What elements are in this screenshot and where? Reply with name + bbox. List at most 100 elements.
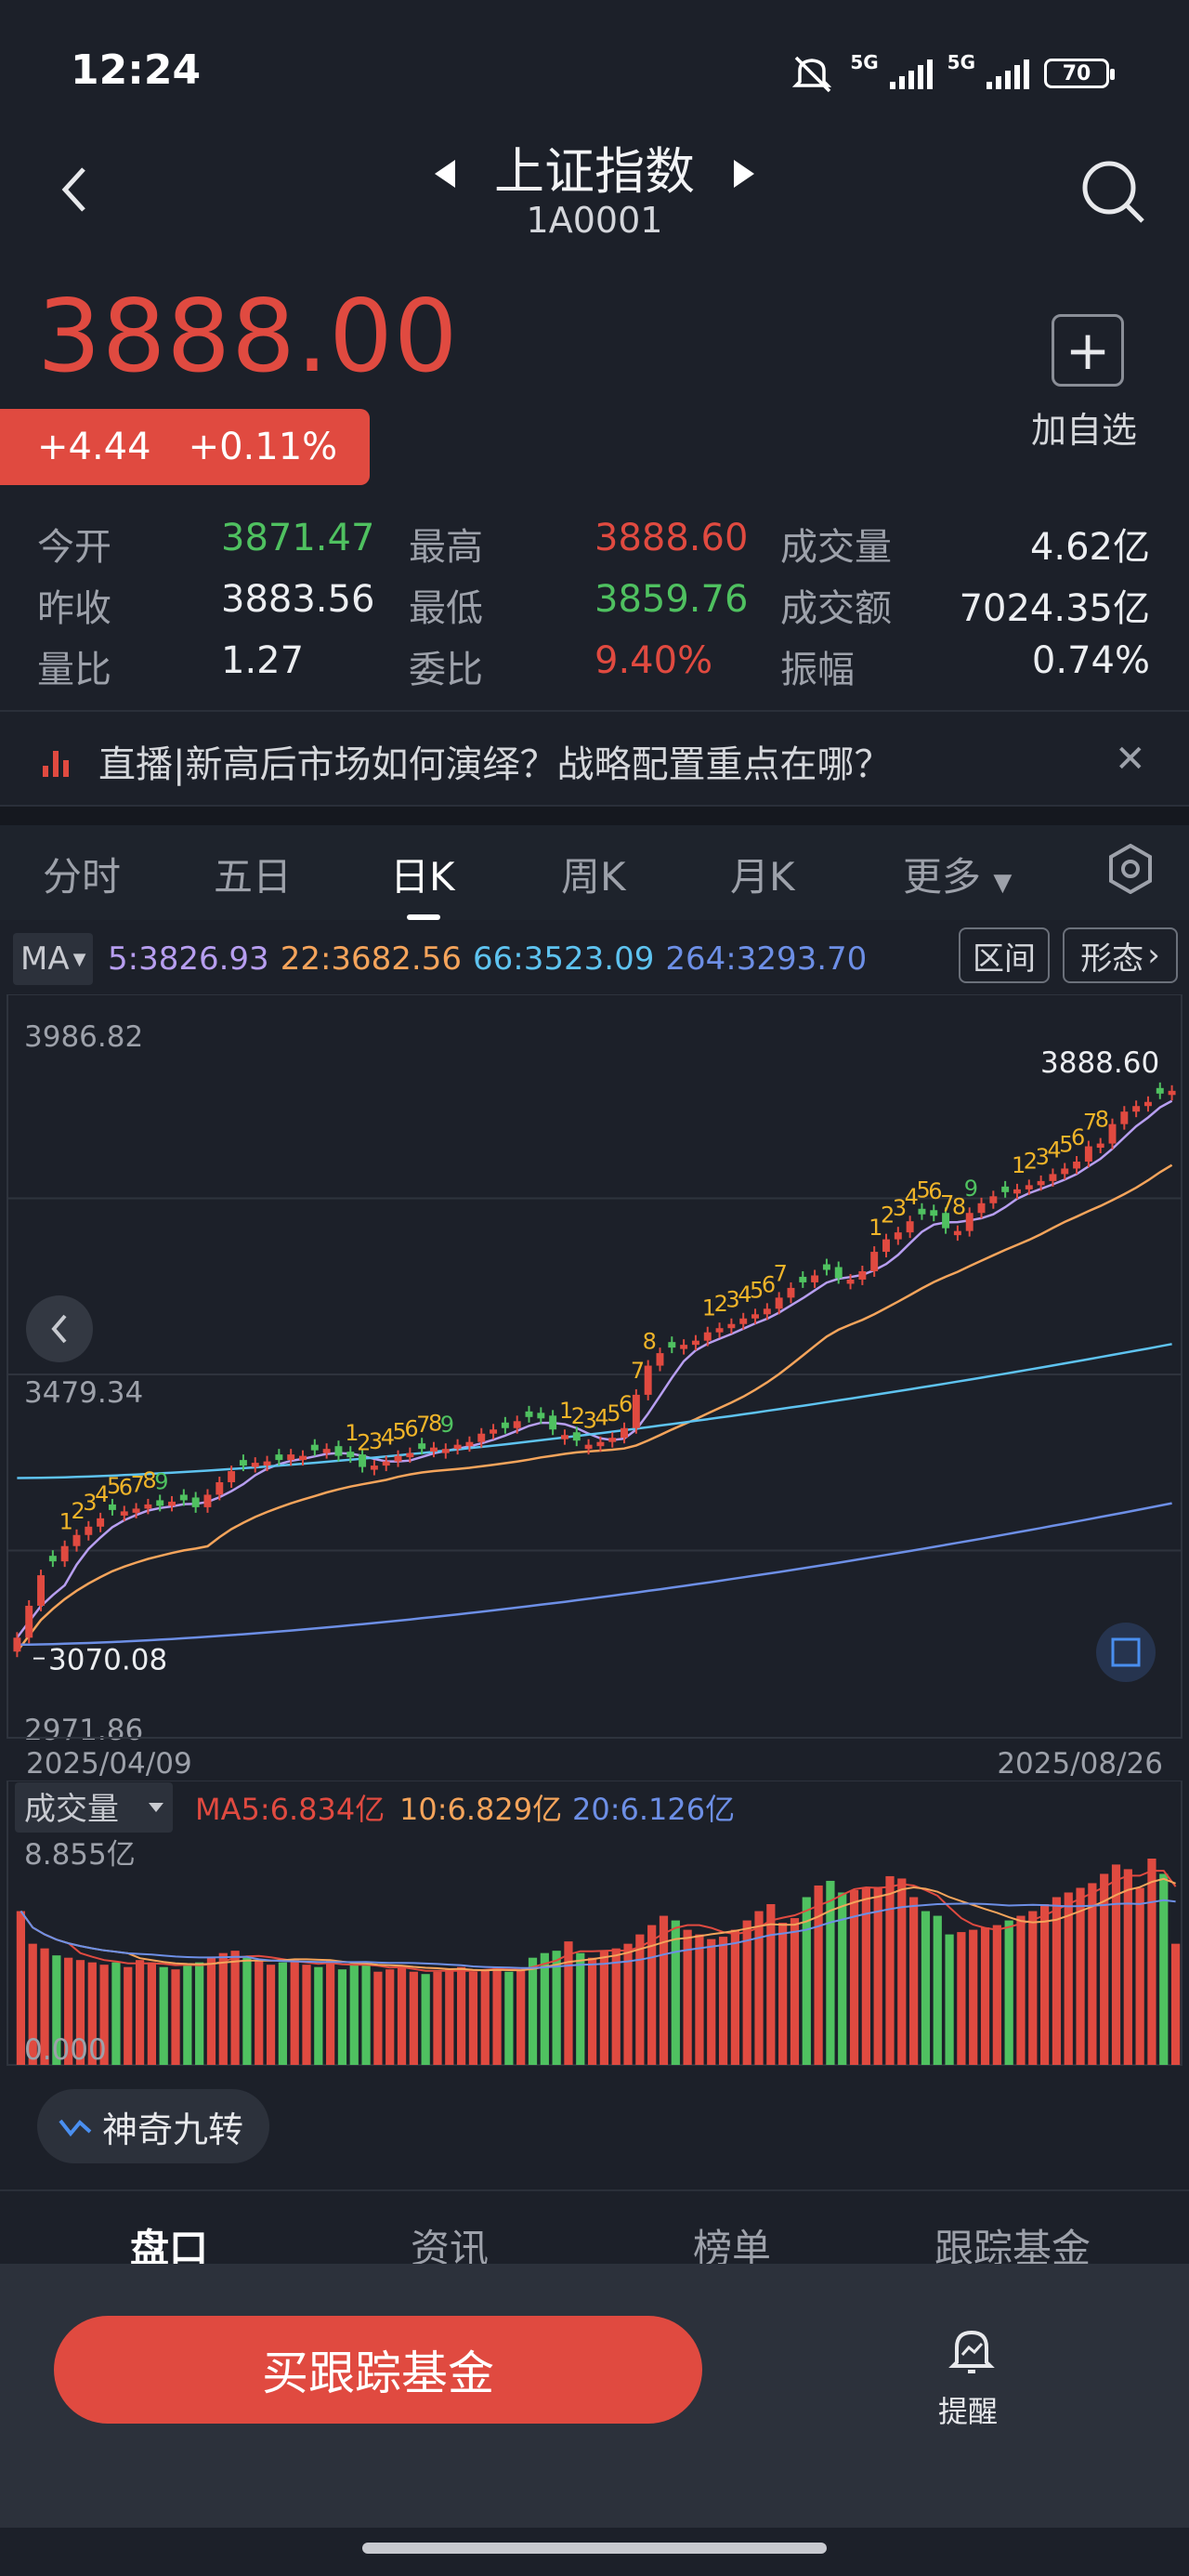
candle-body — [179, 1494, 188, 1501]
tab-more-label: 更多 — [903, 854, 982, 900]
current-price: 3888.00 — [37, 279, 459, 395]
candle-body — [13, 1637, 21, 1652]
candle-body — [359, 1454, 367, 1467]
news-text[interactable]: 直播|新高后市场如何演绎？战略配置重点在哪？ — [98, 734, 891, 788]
status-icons: 5G 5G 70 — [789, 50, 1115, 97]
candle-body — [763, 1308, 771, 1315]
nine-turn-icon — [59, 2119, 92, 2137]
volume-bar — [933, 1915, 942, 2065]
search-icon[interactable] — [1078, 156, 1148, 227]
volume-bar — [528, 1957, 538, 2065]
pattern-button[interactable]: 形态 › — [1063, 927, 1178, 983]
min-price-label: 3070.08 — [48, 1644, 167, 1677]
stat-label: 振幅 — [780, 649, 855, 691]
add-watchlist-label[interactable]: 加自选 — [1031, 401, 1137, 453]
candle-body — [216, 1482, 224, 1495]
indicator-toggle[interactable]: 神奇九转 — [37, 2089, 269, 2163]
candle-body — [1143, 1101, 1152, 1107]
candle-body — [822, 1264, 830, 1270]
next-stock-icon[interactable] — [732, 158, 756, 190]
tab-five-day[interactable]: 五日 — [214, 846, 292, 902]
stat-label: 成交额 — [780, 587, 892, 630]
volume-bar — [826, 1880, 835, 2065]
volume-bar — [230, 1951, 240, 2065]
candle-body — [572, 1432, 581, 1441]
candle-body — [370, 1465, 378, 1470]
ma-label: MA — [20, 940, 70, 978]
stock-code: 1A0001 — [526, 200, 663, 241]
candle-body — [346, 1452, 355, 1458]
volume-bar — [361, 1965, 371, 2065]
volume-chart[interactable]: 成交量 MA5:6.834亿 10:6.829亿 20:6.126亿 8.855亿 0.0… — [0, 1781, 1189, 2069]
candle-body — [811, 1275, 819, 1282]
candle-body — [406, 1452, 414, 1458]
candle-body — [870, 1252, 879, 1271]
stat-label: 量比 — [37, 649, 111, 691]
tab-more[interactable]: 更多 ▼ — [903, 846, 1012, 902]
candle-body — [918, 1208, 926, 1215]
volume-bar — [1123, 1869, 1132, 2065]
stat-label: 最高 — [409, 526, 483, 569]
candle-body — [1108, 1124, 1117, 1144]
volume-bar — [992, 1925, 1001, 2065]
candle-body — [72, 1534, 81, 1546]
remind-label[interactable]: 提醒 — [938, 2388, 998, 2431]
volume-bar — [909, 1897, 919, 2065]
range-button[interactable]: 区间 — [959, 927, 1050, 983]
candle-body — [287, 1454, 295, 1461]
stat-value: 3888.60 — [594, 517, 749, 559]
y-tick-label: 3479.34 — [24, 1376, 143, 1410]
volume-bar — [314, 1966, 323, 2065]
x-end-label: 2025/08/26 — [997, 1747, 1163, 1781]
chevron-right-icon: › — [1147, 937, 1160, 974]
volume-bar — [730, 1929, 740, 2065]
nine-turn-marker: 7 — [774, 1260, 788, 1286]
y-tick-label: 2971.86 — [24, 1714, 143, 1747]
volume-ma10: 10:6.829亿 — [399, 1792, 562, 1827]
volume-bar — [576, 1952, 585, 2065]
y-tick-label: 3986.82 — [24, 1020, 143, 1054]
settings-icon[interactable] — [1107, 844, 1154, 894]
candle-body — [156, 1500, 164, 1506]
status-time: 12:24 — [71, 46, 202, 94]
candle-body — [656, 1353, 664, 1366]
active-tab-indicator — [407, 914, 440, 920]
bell-icon[interactable] — [944, 2323, 1000, 2379]
volume-bar — [421, 1974, 430, 2065]
volume-bar — [373, 1971, 383, 2065]
volume-bar — [445, 1969, 454, 2065]
network-type-2: 5G — [947, 51, 975, 73]
candle-body — [799, 1276, 807, 1282]
tab-weekly-k[interactable]: 周K — [561, 846, 626, 902]
candle-body — [430, 1447, 438, 1452]
candle-body — [608, 1438, 617, 1442]
tab-daily-k[interactable]: 日K — [390, 846, 455, 902]
add-watchlist-button[interactable]: + — [1052, 314, 1124, 387]
volume-bar — [206, 1957, 216, 2065]
ma5-value: 5:3826.93 — [108, 940, 269, 978]
scroll-left-button — [26, 1295, 93, 1362]
stat-value: 0.74% — [1031, 639, 1150, 682]
home-indicator[interactable] — [362, 2543, 827, 2554]
buy-tracking-fund-button[interactable]: 买跟踪基金 — [54, 2316, 702, 2424]
mute-icon — [792, 56, 832, 93]
candle-body — [989, 1196, 998, 1203]
volume-bar — [385, 1969, 395, 2065]
candle-body — [834, 1267, 843, 1279]
tab-monthly-k[interactable]: 月K — [730, 846, 795, 902]
candle-body — [644, 1365, 652, 1395]
tab-minute[interactable]: 分时 — [43, 846, 121, 902]
volume-bar — [969, 1929, 978, 2065]
nine-turn-marker: 9 — [440, 1412, 454, 1438]
candle-body — [953, 1230, 961, 1236]
chevron-down-icon: ▼ — [72, 949, 86, 969]
signal-icon-2 — [986, 58, 1029, 89]
ma-selector[interactable]: MA ▼ — [13, 933, 93, 985]
kline-chart[interactable]: 3986.823479.342971.861234567891234567891… — [0, 994, 1189, 1784]
volume-bar — [516, 1969, 526, 2065]
volume-bar — [766, 1904, 776, 2065]
candle-body — [1025, 1185, 1033, 1189]
live-icon — [43, 749, 69, 777]
volume-bar — [468, 1971, 478, 2065]
close-icon[interactable]: ✕ — [1115, 738, 1146, 781]
